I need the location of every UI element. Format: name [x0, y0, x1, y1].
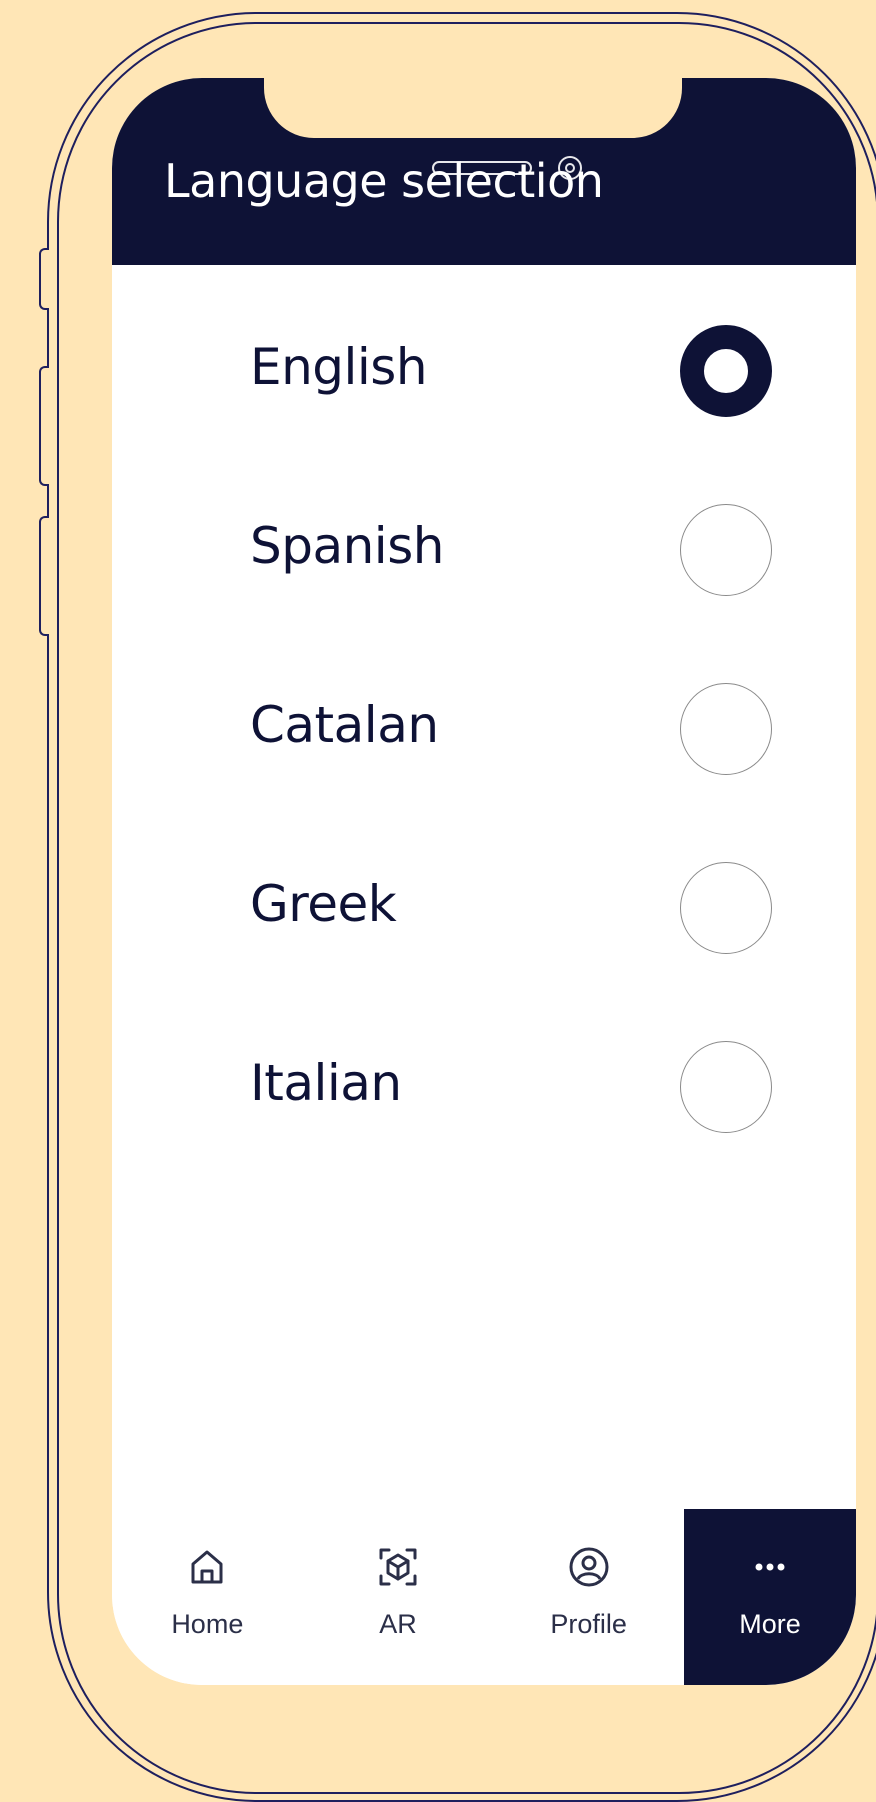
phone-side-button — [39, 248, 49, 310]
page-title: Language selection — [164, 154, 604, 208]
language-option-greek[interactable]: Greek — [112, 825, 856, 1004]
nav-item-home[interactable]: Home — [112, 1509, 303, 1685]
language-label: Spanish — [250, 517, 444, 575]
nav-label-more: More — [739, 1609, 801, 1639]
language-list: English Spanish Catalan Greek Italian — [112, 288, 856, 1183]
radio-button[interactable] — [680, 683, 772, 775]
radio-button[interactable] — [680, 862, 772, 954]
language-option-spanish[interactable]: Spanish — [112, 467, 856, 646]
nav-item-ar[interactable]: AR — [303, 1509, 494, 1685]
ar-cube-icon — [379, 1548, 417, 1586]
radio-button-selected[interactable] — [680, 325, 772, 417]
nav-item-profile[interactable]: Profile — [493, 1509, 684, 1685]
phone-screen: Language selection English Spanish Catal… — [112, 78, 856, 1685]
language-option-catalan[interactable]: Catalan — [112, 646, 856, 825]
language-option-english[interactable]: English — [112, 288, 856, 467]
language-label: Greek — [250, 875, 397, 933]
nav-label-home: Home — [171, 1609, 244, 1639]
bottom-navigation: Home AR Profile More — [112, 1509, 856, 1685]
app-header: Language selection — [112, 78, 856, 265]
phone-volume-up-button — [39, 366, 49, 486]
radio-button[interactable] — [680, 1041, 772, 1133]
user-circle-icon — [569, 1547, 609, 1587]
nav-item-more[interactable]: More — [684, 1509, 856, 1685]
home-icon — [191, 1550, 223, 1584]
nav-label-ar: AR — [379, 1609, 417, 1639]
language-option-italian[interactable]: Italian — [112, 1004, 856, 1183]
more-dots-icon — [755, 1563, 785, 1571]
phone-volume-down-button — [39, 516, 49, 636]
nav-label-profile: Profile — [550, 1609, 627, 1639]
language-label: Italian — [250, 1054, 402, 1112]
phone-notch — [264, 78, 682, 138]
language-label: English — [250, 338, 428, 396]
language-label: Catalan — [250, 696, 439, 754]
radio-button[interactable] — [680, 504, 772, 596]
